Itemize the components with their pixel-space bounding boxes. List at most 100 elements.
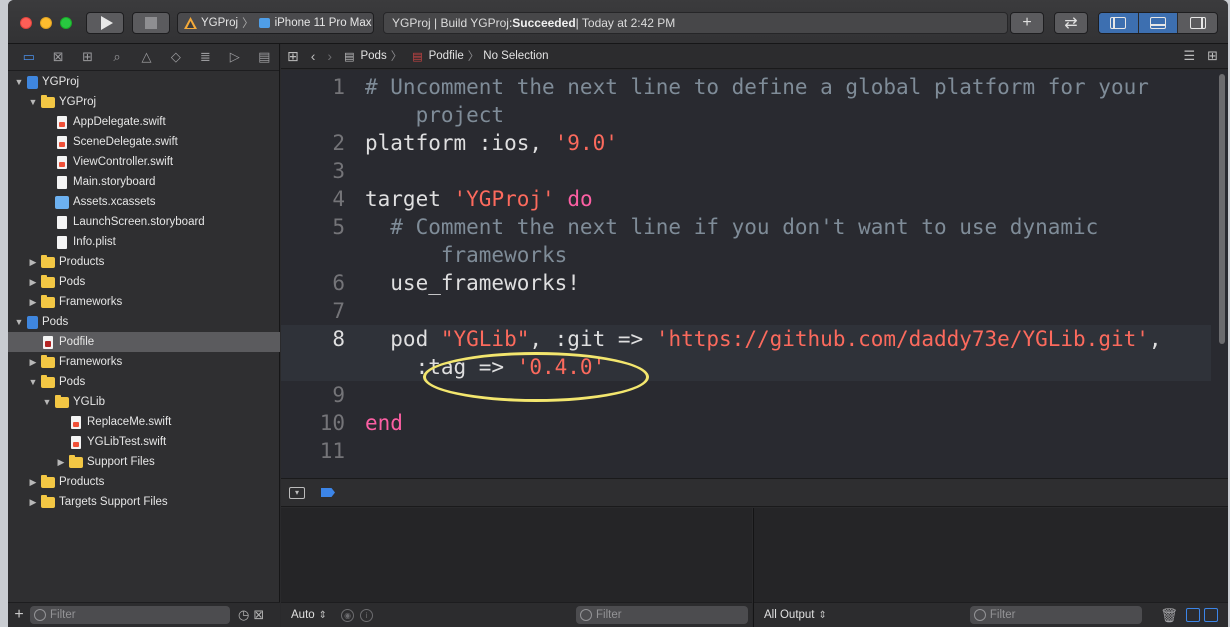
code-line[interactable]: project <box>281 101 1211 129</box>
code-line[interactable]: 3 <box>281 157 1211 185</box>
forward-arrow-icon[interactable]: › <box>327 48 332 64</box>
tree-row[interactable]: ▶ Pods <box>8 272 280 292</box>
code-line[interactable]: 9 <box>281 381 1211 409</box>
tree-row[interactable]: ▼ Pods <box>8 372 280 392</box>
show-console-button[interactable] <box>1204 608 1218 622</box>
show-variables-button[interactable] <box>1186 608 1200 622</box>
console-output-selector[interactable]: All Output <box>764 609 815 621</box>
find-navigator-tab[interactable]: ⌕ <box>102 44 131 70</box>
tree-row[interactable]: ▼ Pods <box>8 312 280 332</box>
toggle-debug-area-button[interactable] <box>1138 13 1179 33</box>
source-control-navigator-tab[interactable]: ⊠ <box>43 44 72 70</box>
code-line[interactable]: frameworks <box>281 241 1211 269</box>
tree-row[interactable]: ReplaceMe.swift <box>8 412 280 432</box>
code-line[interactable]: 8 pod "YGLib", :git => 'https://github.c… <box>281 325 1211 353</box>
source-editor[interactable]: 1 # Uncomment the next line to define a g… <box>281 70 1228 478</box>
back-arrow-icon[interactable]: ‹ <box>311 48 316 64</box>
tree-row[interactable]: ▶ Targets Support Files <box>8 492 280 512</box>
tree-row[interactable]: Podfile <box>8 332 280 352</box>
run-button[interactable] <box>86 12 124 34</box>
disclosure-closed-icon[interactable]: ▶ <box>28 297 38 308</box>
code-string: 'YGProj' <box>453 187 555 211</box>
tree-row[interactable]: ▼ YGProj <box>8 72 280 92</box>
tree-row[interactable]: LaunchScreen.storyboard <box>8 212 280 232</box>
tree-row[interactable]: ▶ Products <box>8 472 280 492</box>
tree-row[interactable]: Assets.xcassets <box>8 192 280 212</box>
add-file-button[interactable]: + <box>8 606 30 624</box>
disclosure-open-icon[interactable]: ▼ <box>14 317 24 327</box>
debug-navigator-tab[interactable]: ≣ <box>191 44 220 70</box>
scm-filter-icon[interactable]: ⊠ <box>253 607 264 623</box>
hide-debug-area-button[interactable]: ▾ <box>289 486 305 499</box>
symbol-navigator-tab[interactable]: ⊞ <box>73 44 102 70</box>
editor-options-icon[interactable]: ☰ <box>1183 48 1195 64</box>
code-line[interactable]: 2 platform :ios, '9.0' <box>281 129 1211 157</box>
line-number: 7 <box>332 299 345 323</box>
tree-row[interactable]: Info.plist <box>8 232 280 252</box>
close-window-button[interactable] <box>20 17 32 29</box>
disclosure-closed-icon[interactable]: ▶ <box>28 357 38 368</box>
scheme-selector[interactable]: YGProj 〉 iPhone 11 Pro Max <box>177 12 374 34</box>
issue-navigator-tab[interactable]: △ <box>132 44 161 70</box>
disclosure-closed-icon[interactable]: ▶ <box>28 497 38 508</box>
code-line[interactable]: 4 target 'YGProj' do <box>281 185 1211 213</box>
code-line[interactable]: 10 end <box>281 409 1211 437</box>
project-navigator-tab[interactable]: ▭ <box>14 44 43 70</box>
code-line[interactable]: 5 # Comment the next line if you don't w… <box>281 213 1211 241</box>
tree-row[interactable]: ▼ YGLib <box>8 392 280 412</box>
breadcrumb-pods[interactable]: Pods <box>360 50 386 62</box>
breakpoints-toggle-icon[interactable] <box>321 488 335 497</box>
editor-scrollbar[interactable] <box>1219 74 1225 344</box>
tree-row[interactable]: ▶ Frameworks <box>8 352 280 372</box>
disclosure-closed-icon[interactable]: ▶ <box>56 457 66 468</box>
tree-row[interactable]: YGLibTest.swift <box>8 432 280 452</box>
disclosure-closed-icon[interactable]: ▶ <box>28 277 38 288</box>
tree-row[interactable]: ▼ YGProj <box>8 92 280 112</box>
tree-row[interactable]: AppDelegate.swift <box>8 112 280 132</box>
disclosure-open-icon[interactable]: ▼ <box>28 97 38 107</box>
code-review-button[interactable]: ⇄ <box>1054 12 1088 34</box>
xcode-app-icon <box>184 17 197 29</box>
code-line[interactable]: 1 # Uncomment the next line to define a g… <box>281 73 1211 101</box>
disclosure-open-icon[interactable]: ▼ <box>42 397 52 407</box>
trash-icon[interactable]: 🗑 <box>1160 607 1178 624</box>
tree-row[interactable]: ViewController.swift <box>8 152 280 172</box>
tree-row[interactable]: ▶ Support Files <box>8 452 280 472</box>
report-navigator-tab[interactable]: ▤ <box>250 44 279 70</box>
tree-row-label: Frameworks <box>59 296 123 308</box>
info-icon[interactable]: i <box>360 608 374 622</box>
eye-icon[interactable]: ◉ <box>341 608 355 622</box>
tree-row[interactable]: SceneDelegate.swift <box>8 132 280 152</box>
disclosure-open-icon[interactable]: ▼ <box>14 77 24 87</box>
tree-row-label: Assets.xcassets <box>73 196 156 208</box>
tree-row[interactable]: ▶ Products <box>8 252 280 272</box>
tree-row[interactable]: Main.storyboard <box>8 172 280 192</box>
library-button[interactable]: + <box>1010 12 1044 34</box>
disclosure-closed-icon[interactable]: ▶ <box>28 477 38 488</box>
code-line[interactable]: 7 <box>281 297 1211 325</box>
navigator-filter-input[interactable]: Filter <box>30 606 230 624</box>
code-line[interactable]: :tag => '0.4.0' <box>281 353 1211 381</box>
test-navigator-tab[interactable]: ◇ <box>161 44 190 70</box>
toggle-inspector-button[interactable] <box>1178 13 1217 33</box>
breadcrumb-podfile[interactable]: Podfile <box>429 50 464 62</box>
code-line[interactable]: 11 <box>281 437 1211 465</box>
disclosure-open-icon[interactable]: ▼ <box>28 377 38 387</box>
zoom-window-button[interactable] <box>60 17 72 29</box>
related-items-icon[interactable]: ⊞ <box>287 48 299 65</box>
variables-scope-selector[interactable]: Auto <box>291 609 315 621</box>
console-filter-input[interactable]: Filter <box>969 606 1142 624</box>
add-editor-icon[interactable]: ⊞ <box>1207 48 1218 64</box>
code-text: frameworks <box>365 241 567 269</box>
code-line[interactable]: 6 use_frameworks! <box>281 269 1211 297</box>
recent-files-icon[interactable]: ◷ <box>238 607 249 623</box>
tree-row[interactable]: ▶ Frameworks <box>8 292 280 312</box>
breadcrumb-selection[interactable]: No Selection <box>483 50 548 62</box>
breakpoint-navigator-tab[interactable]: ▷ <box>220 44 249 70</box>
toggle-navigator-button[interactable] <box>1099 13 1139 33</box>
variables-filter-input[interactable]: Filter <box>576 606 748 624</box>
disclosure-closed-icon[interactable]: ▶ <box>28 257 38 268</box>
stop-button[interactable] <box>132 12 170 34</box>
line-number: 5 <box>332 215 345 239</box>
minimize-window-button[interactable] <box>40 17 52 29</box>
